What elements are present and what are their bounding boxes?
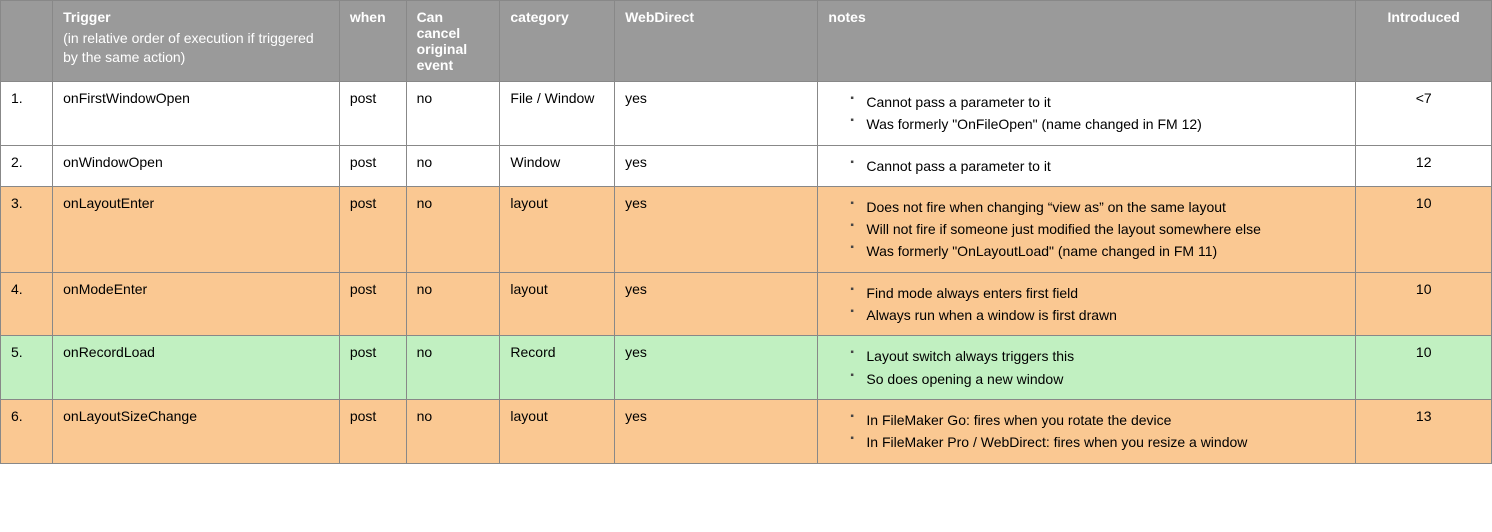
table-body: 1.onFirstWindowOpenpostnoFile / Windowye…: [1, 82, 1492, 464]
cell-num: 5.: [1, 336, 53, 400]
header-cancel: Can cancel original event: [406, 1, 500, 82]
notes-list-item: Does not fire when changing “view as” on…: [850, 197, 1345, 217]
cell-num: 1.: [1, 82, 53, 146]
notes-list: Layout switch always triggers this So doe…: [828, 346, 1345, 389]
cell-notes: Cannot pass a parameter to itWas formerl…: [818, 82, 1356, 146]
cell-cancel: no: [406, 272, 500, 336]
triggers-table: Trigger (in relative order of execution …: [0, 0, 1492, 464]
cell-when: post: [339, 186, 406, 272]
header-webdirect: WebDirect: [615, 1, 818, 82]
cell-category: layout: [500, 186, 615, 272]
cell-introduced: 10: [1356, 186, 1492, 272]
cell-webdirect: yes: [615, 399, 818, 463]
notes-list-item: Was formerly "OnFileOpen" (name changed …: [850, 114, 1345, 134]
cell-category: File / Window: [500, 82, 615, 146]
notes-list-item: Cannot pass a parameter to it: [850, 92, 1345, 112]
table-row: 1.onFirstWindowOpenpostnoFile / Windowye…: [1, 82, 1492, 146]
header-when: when: [339, 1, 406, 82]
notes-list: In FileMaker Go: fires when you rotate t…: [828, 410, 1345, 453]
table-row: 4.onModeEnterpostnolayoutyesFind mode al…: [1, 272, 1492, 336]
cell-webdirect: yes: [615, 272, 818, 336]
cell-when: post: [339, 82, 406, 146]
cell-webdirect: yes: [615, 82, 818, 146]
cell-notes: Cannot pass a parameter to it: [818, 145, 1356, 186]
cell-introduced: 10: [1356, 272, 1492, 336]
cell-num: 2.: [1, 145, 53, 186]
cell-cancel: no: [406, 145, 500, 186]
cell-trigger: onRecordLoad: [53, 336, 340, 400]
cell-trigger: onLayoutEnter: [53, 186, 340, 272]
header-num: [1, 1, 53, 82]
notes-list: Cannot pass a parameter to it: [828, 156, 1345, 176]
notes-list-item: Will not fire if someone just modified t…: [850, 219, 1345, 239]
cell-introduced: 12: [1356, 145, 1492, 186]
notes-list: Find mode always enters first fieldAlway…: [828, 283, 1345, 326]
notes-list-item: So does opening a new window: [850, 369, 1345, 389]
cell-introduced: 13: [1356, 399, 1492, 463]
header-introduced: Introduced: [1356, 1, 1492, 82]
cell-cancel: no: [406, 82, 500, 146]
cell-notes: Find mode always enters first fieldAlway…: [818, 272, 1356, 336]
cell-cancel: no: [406, 186, 500, 272]
cell-when: post: [339, 145, 406, 186]
cell-trigger: onModeEnter: [53, 272, 340, 336]
header-trigger: Trigger (in relative order of execution …: [53, 1, 340, 82]
cell-notes: In FileMaker Go: fires when you rotate t…: [818, 399, 1356, 463]
cell-trigger: onWindowOpen: [53, 145, 340, 186]
header-notes: notes: [818, 1, 1356, 82]
notes-list-item: In FileMaker Go: fires when you rotate t…: [850, 410, 1345, 430]
cell-num: 4.: [1, 272, 53, 336]
notes-list-item: Was formerly "OnLayoutLoad" (name change…: [850, 241, 1345, 261]
cell-webdirect: yes: [615, 145, 818, 186]
cell-when: post: [339, 336, 406, 400]
notes-list-item: Find mode always enters first field: [850, 283, 1345, 303]
table-row: 2.onWindowOpenpostnoWindowyes Cannot pass…: [1, 145, 1492, 186]
cell-notes: Does not fire when changing “view as” on…: [818, 186, 1356, 272]
table-row: 6.onLayoutSizeChangepostnolayoutyes In Fi…: [1, 399, 1492, 463]
cell-cancel: no: [406, 336, 500, 400]
table-header-row: Trigger (in relative order of execution …: [1, 1, 1492, 82]
header-category: category: [500, 1, 615, 82]
cell-trigger: onLayoutSizeChange: [53, 399, 340, 463]
notes-list-item: Layout switch always triggers this: [850, 346, 1345, 366]
cell-category: Record: [500, 336, 615, 400]
table-row: 3.onLayoutEnterpostnolayoutyes Does not f…: [1, 186, 1492, 272]
cell-webdirect: yes: [615, 186, 818, 272]
cell-category: layout: [500, 399, 615, 463]
notes-list: Cannot pass a parameter to itWas formerl…: [828, 92, 1345, 135]
cell-num: 6.: [1, 399, 53, 463]
cell-category: Window: [500, 145, 615, 186]
cell-num: 3.: [1, 186, 53, 272]
header-trigger-main: Trigger: [63, 9, 110, 25]
notes-list-item: In FileMaker Pro / WebDirect: fires when…: [850, 432, 1345, 452]
table-row: 5.onRecordLoadpostnoRecordyesLayout swit…: [1, 336, 1492, 400]
cell-trigger: onFirstWindowOpen: [53, 82, 340, 146]
cell-introduced: <7: [1356, 82, 1492, 146]
cell-webdirect: yes: [615, 336, 818, 400]
notes-list-item: Cannot pass a parameter to it: [850, 156, 1345, 176]
cell-notes: Layout switch always triggers this So doe…: [818, 336, 1356, 400]
notes-list-item: Always run when a window is first drawn: [850, 305, 1345, 325]
header-trigger-sub: (in relative order of execution if trigg…: [63, 29, 329, 67]
cell-when: post: [339, 399, 406, 463]
cell-when: post: [339, 272, 406, 336]
cell-cancel: no: [406, 399, 500, 463]
cell-introduced: 10: [1356, 336, 1492, 400]
cell-category: layout: [500, 272, 615, 336]
notes-list: Does not fire when changing “view as” on…: [828, 197, 1345, 262]
